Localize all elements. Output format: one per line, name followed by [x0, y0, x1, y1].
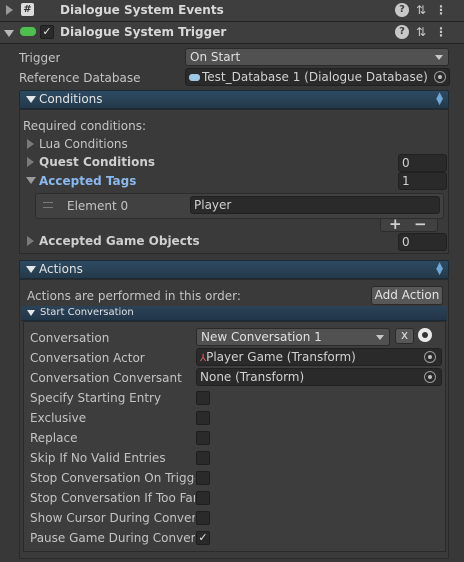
- actions-order-label: Actions are performed in this order:: [27, 289, 241, 303]
- stop-conversation-if-too-far-checkbox[interactable]: [196, 491, 210, 505]
- remove-element-button[interactable]: −: [414, 216, 427, 232]
- foldout-arrow-icon[interactable]: [27, 236, 34, 246]
- actions-section-header[interactable]: Actions ▲ ▼: [19, 260, 449, 279]
- conversation-value: New Conversation 1: [201, 330, 322, 344]
- drag-handle-icon[interactable]: [43, 202, 53, 208]
- component-title: Dialogue System Trigger: [60, 25, 227, 39]
- replace-label: Replace: [30, 431, 78, 445]
- accepted-tags-count[interactable]: 1: [398, 172, 447, 190]
- stop-conversation-on-trigger-checkbox[interactable]: [196, 471, 210, 485]
- start-conversation-title: Start Conversation: [40, 307, 134, 318]
- conditions-section-header[interactable]: Conditions ▲ ▼: [19, 90, 449, 109]
- foldout-arrow-icon[interactable]: [6, 5, 13, 15]
- stop-conversation-if-too-far-label: Stop Conversation If Too Far: [30, 491, 195, 505]
- foldout-arrow-icon[interactable]: [4, 30, 14, 37]
- conversation-picker-icon[interactable]: [418, 328, 432, 342]
- dropdown-arrow-icon: [435, 55, 443, 60]
- quest-conditions-count[interactable]: 0: [398, 154, 447, 172]
- required-conditions-label: Required conditions:: [23, 119, 146, 133]
- pause-game-checkbox[interactable]: ✓: [196, 531, 210, 545]
- conversation-actor-field[interactable]: ⅄Player Game (Transform): [196, 348, 442, 366]
- conditions-title: Conditions: [39, 92, 103, 106]
- foldout-arrow-icon[interactable]: [27, 139, 34, 149]
- specify-starting-entry-checkbox[interactable]: [196, 391, 210, 405]
- script-hash-icon: #: [21, 3, 34, 16]
- context-menu-icon[interactable]: ⋮: [435, 3, 447, 17]
- foldout-arrow-icon: [26, 266, 36, 273]
- conversation-label: Conversation: [30, 331, 110, 345]
- reference-database-label: Reference Database: [19, 71, 141, 85]
- foldout-arrow-icon[interactable]: [26, 177, 36, 184]
- collapse-toggle-icon[interactable]: ▲ ▼: [436, 262, 443, 277]
- element-label: Element 0: [67, 199, 129, 213]
- conversation-conversant-field[interactable]: None (Transform): [196, 368, 442, 386]
- help-icon[interactable]: ?: [395, 25, 409, 39]
- component-enabled-checkbox[interactable]: ✓: [40, 25, 54, 39]
- preset-settings-icon[interactable]: ⇅: [414, 3, 428, 17]
- trigger-value: On Start: [190, 50, 241, 64]
- replace-checkbox[interactable]: [196, 431, 210, 445]
- reference-database-value: Test_Database 1 (Dialogue Database): [202, 70, 428, 84]
- green-component-icon: [20, 27, 36, 36]
- exclusive-label: Exclusive: [30, 411, 87, 425]
- object-picker-icon[interactable]: [434, 71, 446, 83]
- conversation-conversant-label: Conversation Conversant: [30, 371, 182, 385]
- start-conversation-header[interactable]: Start Conversation: [21, 306, 447, 321]
- object-picker-icon[interactable]: [424, 351, 436, 363]
- foldout-arrow-icon: [26, 96, 36, 103]
- checkmark-icon: ✓: [198, 531, 208, 544]
- conversation-actor-value: Player Game (Transform): [206, 350, 356, 364]
- accepted-game-objects-count[interactable]: 0: [398, 233, 447, 251]
- actions-title: Actions: [39, 262, 83, 276]
- stop-conversation-on-trigger-label: Stop Conversation On Trigger: [30, 471, 195, 485]
- tag-element-field[interactable]: Player: [190, 196, 440, 214]
- collapse-toggle-icon[interactable]: ▲ ▼: [436, 92, 443, 107]
- quest-conditions-label[interactable]: Quest Conditions: [39, 154, 155, 170]
- dropdown-arrow-icon: [376, 335, 384, 340]
- lua-conditions-label[interactable]: Lua Conditions: [39, 136, 128, 152]
- show-cursor-label: Show Cursor During Conversation: [30, 511, 195, 525]
- trigger-dropdown[interactable]: On Start: [185, 48, 449, 66]
- component-title: Dialogue System Events: [60, 3, 224, 17]
- help-icon[interactable]: ?: [395, 3, 409, 17]
- add-action-button[interactable]: Add Action: [371, 286, 443, 305]
- accepted-tags-label[interactable]: Accepted Tags: [39, 173, 136, 189]
- database-icon: [189, 74, 200, 81]
- preset-settings-icon[interactable]: ⇅: [414, 25, 428, 39]
- clear-conversation-button[interactable]: x: [395, 328, 414, 344]
- foldout-arrow-icon: [27, 310, 35, 316]
- skip-if-no-valid-entries-checkbox[interactable]: [196, 451, 210, 465]
- specify-starting-entry-label: Specify Starting Entry: [30, 391, 162, 405]
- component-header-trigger[interactable]: ✓ Dialogue System Trigger ? ⇅ ⋮: [0, 22, 464, 44]
- context-menu-icon[interactable]: ⋮: [435, 25, 447, 39]
- conversation-dropdown[interactable]: New Conversation 1: [196, 328, 390, 346]
- pause-game-label: Pause Game During Conversation: [30, 531, 195, 545]
- add-element-button[interactable]: +: [389, 216, 402, 232]
- trigger-label: Trigger: [19, 51, 61, 65]
- component-header-events[interactable]: # Dialogue System Events ? ⇅ ⋮: [0, 0, 464, 22]
- show-cursor-checkbox[interactable]: [196, 511, 210, 525]
- foldout-arrow-icon[interactable]: [27, 157, 34, 167]
- conversation-actor-label: Conversation Actor: [30, 351, 145, 365]
- accepted-game-objects-label[interactable]: Accepted Game Objects: [39, 233, 200, 249]
- exclusive-checkbox[interactable]: [196, 411, 210, 425]
- object-picker-icon[interactable]: [424, 371, 436, 383]
- skip-if-no-valid-entries-label: Skip If No Valid Entries: [30, 451, 166, 465]
- reference-database-field[interactable]: Test_Database 1 (Dialogue Database): [185, 68, 450, 86]
